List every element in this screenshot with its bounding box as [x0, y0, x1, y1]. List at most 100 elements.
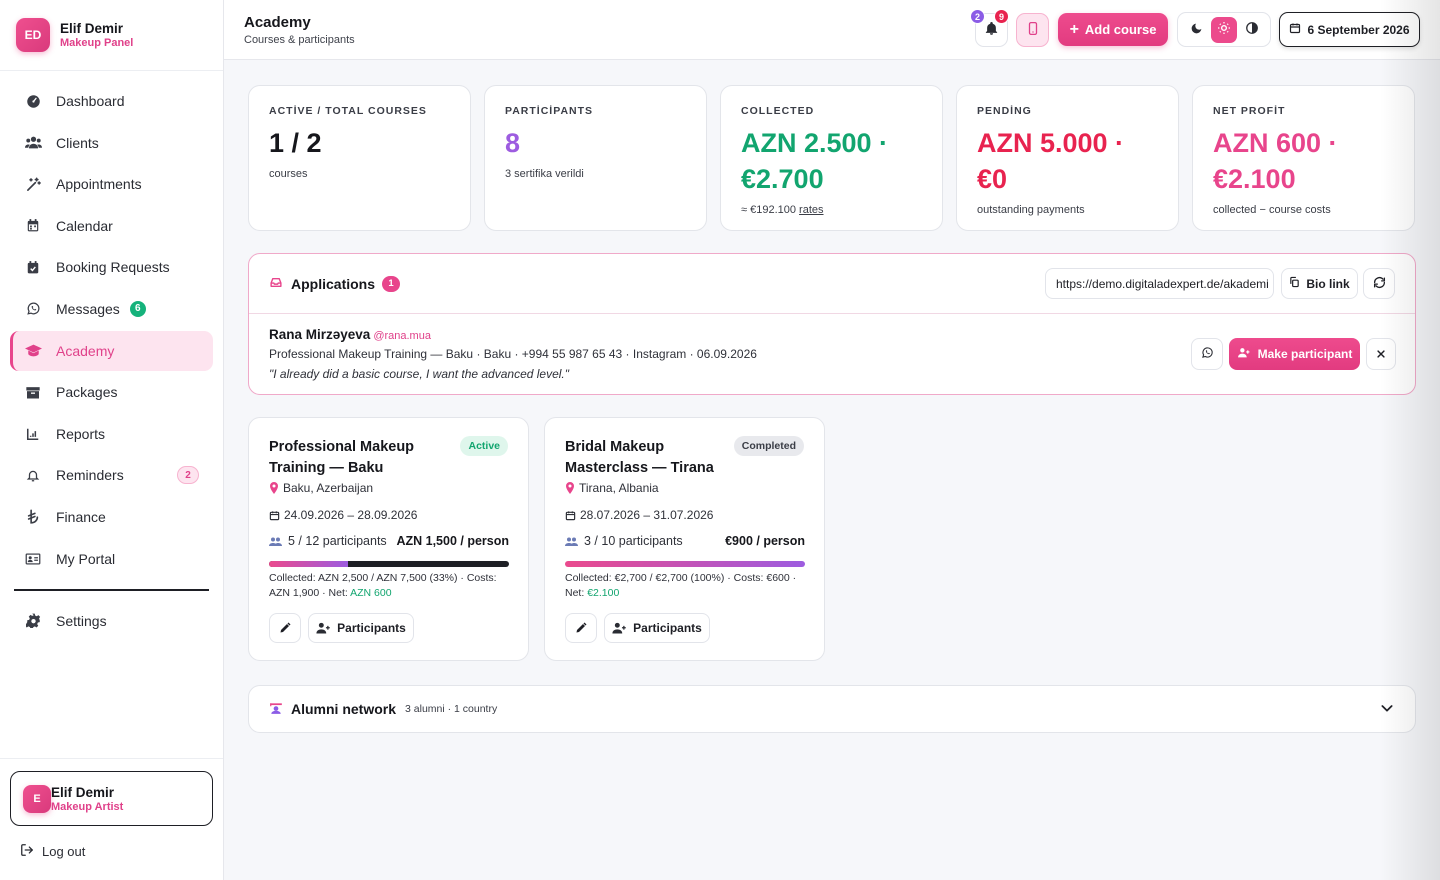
progress-fill: [565, 561, 805, 567]
applicant-handle[interactable]: @rana.mua: [373, 330, 431, 342]
page-subtitle: Courses & participants: [244, 34, 355, 46]
bell-icon: [984, 21, 999, 39]
rates-link[interactable]: rates: [799, 204, 823, 216]
plus-icon: +: [1069, 20, 1079, 38]
course-title[interactable]: Professional Makeup Training — Baku: [269, 437, 449, 479]
stat-label: PARTİCİPANTS: [505, 105, 594, 117]
course-title[interactable]: Bridal Makeup Masterclass — Tirana: [565, 437, 745, 479]
profile-role: Makeup Panel: [60, 37, 134, 49]
stat-note-text: courses: [269, 168, 308, 180]
box-icon: [24, 383, 42, 401]
stat-label: ACTİVE / TOTAL COURSES: [269, 105, 427, 117]
sidebar-item-reports[interactable]: Reports: [10, 414, 213, 454]
stat-note-text: ≈ €192.100: [741, 204, 796, 216]
gear-icon: [24, 612, 42, 630]
sun-icon: [1217, 21, 1231, 38]
pencil-icon: [279, 622, 291, 634]
participants-text: 3 / 10 participants: [584, 534, 683, 548]
user-card[interactable]: E Elif Demir Makeup Artist: [10, 771, 213, 826]
refresh-icon: [1373, 276, 1386, 292]
make-participant-button[interactable]: Make participant: [1229, 338, 1360, 370]
course-participants: 5 / 12 participants AZN 1,500 / person: [269, 534, 509, 548]
add-course-label: Add course: [1084, 22, 1157, 37]
user-avatar: E: [23, 784, 51, 813]
edit-course-button[interactable]: [269, 613, 301, 643]
graduation-cap-icon: [24, 342, 42, 360]
bell-icon: [24, 466, 42, 484]
sidebar-item-academy[interactable]: Academy: [10, 330, 213, 371]
theme-light-button[interactable]: [1211, 16, 1237, 43]
course-location: Tirana, Albania: [565, 481, 659, 495]
participants-button[interactable]: Participants: [308, 613, 414, 643]
sidebar-item-booking-requests[interactable]: Booking Requests: [10, 247, 213, 287]
location-text: Baku, Azerbaijan: [283, 481, 374, 495]
apply-url-field[interactable]: https://demo.digitaladexpert.de/akademi: [1045, 268, 1274, 299]
logout-icon: [20, 843, 34, 860]
sidebar-item-my-portal[interactable]: My Portal: [10, 539, 213, 579]
sidebar-item-reminders[interactable]: Reminders 2: [10, 455, 213, 495]
participants-text: 5 / 12 participants: [288, 534, 387, 548]
sidebar-item-clients[interactable]: Clients: [10, 123, 213, 163]
edit-course-button[interactable]: [565, 613, 597, 643]
dismiss-button[interactable]: [1366, 338, 1396, 370]
user-role: Makeup Artist: [51, 800, 124, 813]
map-pin-icon: [269, 482, 279, 494]
moon-icon: [1190, 22, 1203, 38]
user-name: Elif Demir: [51, 784, 115, 800]
application-row: Rana Mirzəyeva @rana.mua Professional Mak…: [269, 327, 757, 381]
whatsapp-button[interactable]: [1191, 338, 1223, 370]
theme-switcher: [1177, 12, 1271, 47]
stat-card: PENDİNG AZN 5.000 · €0 outstanding payment…: [956, 85, 1179, 231]
sidebar-item-settings[interactable]: Settings: [10, 601, 213, 641]
stat-note-text: 3 sertifika verildi: [505, 168, 584, 180]
stat-label: COLLECTED: [741, 105, 815, 117]
dates-text: 28.07.2026 – 31.07.2026: [580, 508, 714, 522]
status-badge: Completed: [733, 436, 804, 456]
course-card: Bridal Makeup Masterclass — Tirana Comple…: [544, 417, 825, 661]
sidebar-item-label: Packages: [56, 384, 118, 401]
sidebar-item-label: Reminders: [56, 467, 124, 484]
stat-note: courses: [269, 168, 450, 180]
alumni-panel[interactable]: Alumni network 3 alumni · 1 country: [248, 685, 1416, 733]
stat-value: AZN 5.000 · €0: [977, 128, 1125, 194]
logout-label: Log out: [42, 844, 86, 859]
sidebar-item-label: Settings: [56, 612, 107, 629]
participants-button[interactable]: Participants: [604, 613, 710, 643]
map-pin-icon: [565, 482, 575, 494]
mobile-view-button[interactable]: [1016, 13, 1049, 47]
logout-button[interactable]: Log out: [20, 843, 85, 860]
nav-divider: [14, 588, 209, 591]
sidebar-profile[interactable]: ED Elif Demir Makeup Panel: [0, 0, 223, 71]
stat-card: COLLECTED AZN 2.500 · €2.700 ≈ €192.100 ra…: [720, 85, 943, 231]
alumni-meta: 3 alumni · 1 country: [405, 703, 498, 715]
participants-label: Participants: [633, 621, 702, 635]
sidebar-item-dashboard[interactable]: Dashboard: [10, 81, 213, 121]
date-picker-button[interactable]: 6 September 2026: [1279, 12, 1420, 47]
theme-dark-button[interactable]: [1183, 17, 1209, 43]
collected-progress-bar: [269, 561, 509, 567]
status-badge: Active: [460, 436, 508, 456]
sidebar-item-label: Finance: [56, 508, 106, 525]
sidebar-item-appointments[interactable]: Appointments: [10, 164, 213, 204]
sidebar-item-messages[interactable]: Messages 6: [10, 289, 213, 329]
add-course-button[interactable]: + Add course: [1058, 13, 1168, 46]
stat-value: 8: [505, 128, 521, 158]
sidebar-item-finance[interactable]: Finance: [10, 497, 213, 537]
avatar: ED: [16, 18, 50, 52]
sidebar-item-label: Calendar: [56, 217, 113, 234]
notifications-button[interactable]: 2 9: [970, 9, 1009, 47]
sidebar-item-calendar[interactable]: Calendar: [10, 206, 213, 246]
stat-value: AZN 2.500 · €2.700: [741, 128, 889, 194]
sidebar-item-label: Dashboard: [56, 93, 125, 109]
phone-icon: [1026, 21, 1040, 39]
sidebar-item-packages[interactable]: Packages: [10, 372, 213, 412]
applicant-details: Professional Makeup Training — Baku · Ba…: [269, 347, 757, 361]
stat-note: 3 sertifika verildi: [505, 168, 686, 180]
chevron-down-icon[interactable]: [1379, 700, 1395, 719]
stat-label: PENDİNG: [977, 105, 1032, 117]
bio-link-button[interactable]: Bio link: [1281, 268, 1358, 299]
date-label: 6 September 2026: [1307, 22, 1410, 37]
theme-auto-button[interactable]: [1239, 17, 1265, 43]
refresh-button[interactable]: [1363, 268, 1395, 299]
user-plus-icon: [1237, 346, 1251, 362]
